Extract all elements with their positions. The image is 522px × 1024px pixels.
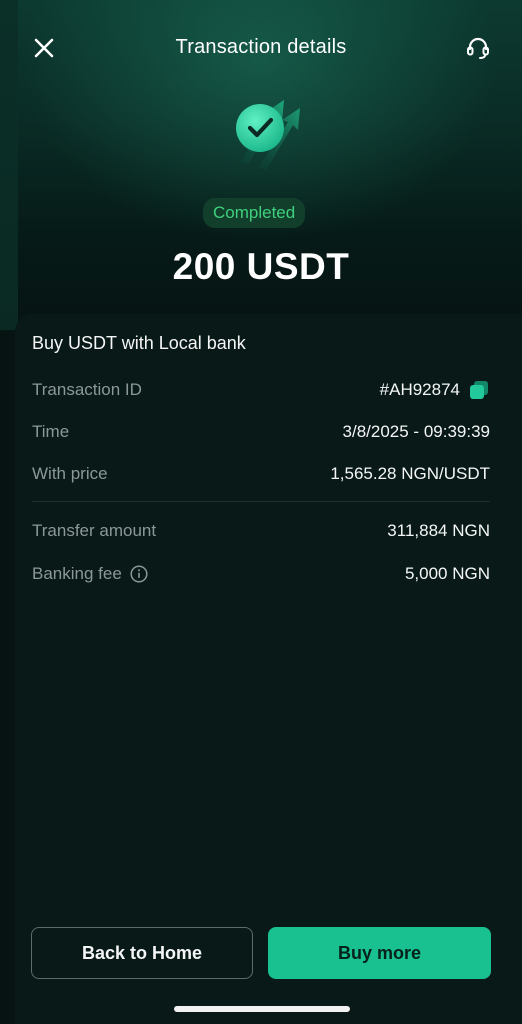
support-button[interactable] — [462, 32, 494, 64]
status-badge: Completed — [203, 198, 306, 228]
back-to-home-button[interactable]: Back to Home — [31, 927, 253, 979]
transaction-amount: 200 USDT — [172, 246, 350, 287]
transaction-id-value: #AH92874 — [379, 380, 460, 399]
buy-more-button[interactable]: Buy more — [268, 927, 491, 979]
transfer-amount-label: Transfer amount — [32, 521, 157, 540]
time-row: Time 3/8/2025 - 09:39:39 — [32, 420, 490, 444]
transaction-id-label: Transaction ID — [32, 380, 142, 399]
transaction-type-title: Buy USDT with Local bank — [32, 333, 246, 353]
transaction-id-row: Transaction ID #AH92874 — [32, 378, 490, 402]
banking-fee-label-group: Banking fee — [32, 564, 148, 584]
transfer-amount-row: Transfer amount 311,884 NGN — [32, 519, 490, 543]
time-label: Time — [32, 422, 70, 441]
transfer-amount-value: 311,884 NGN — [387, 521, 490, 540]
price-label: With price — [32, 464, 108, 483]
banking-fee-row: Banking fee 5,000 NGN — [32, 562, 490, 586]
price-value: 1,565.28 NGN/USDT — [330, 464, 490, 483]
banking-fee-label: Banking fee — [32, 564, 122, 583]
headset-icon — [467, 37, 489, 59]
top-bar: Transaction details — [0, 22, 522, 74]
price-row: With price 1,565.28 NGN/USDT — [32, 462, 490, 486]
copy-icon[interactable] — [468, 379, 490, 401]
info-icon[interactable] — [130, 565, 148, 583]
screen: Transaction details Completed 200 USDT B… — [0, 0, 522, 1024]
divider — [32, 501, 490, 502]
home-indicator — [174, 1006, 350, 1012]
transaction-id-value-group: #AH92874 — [380, 379, 490, 401]
banking-fee-value: 5,000 NGN — [404, 564, 490, 583]
page-title: Transaction details — [175, 36, 347, 58]
check-circle-with-arrows-icon — [236, 100, 300, 170]
time-value: 3/8/2025 - 09:39:39 — [342, 422, 490, 441]
